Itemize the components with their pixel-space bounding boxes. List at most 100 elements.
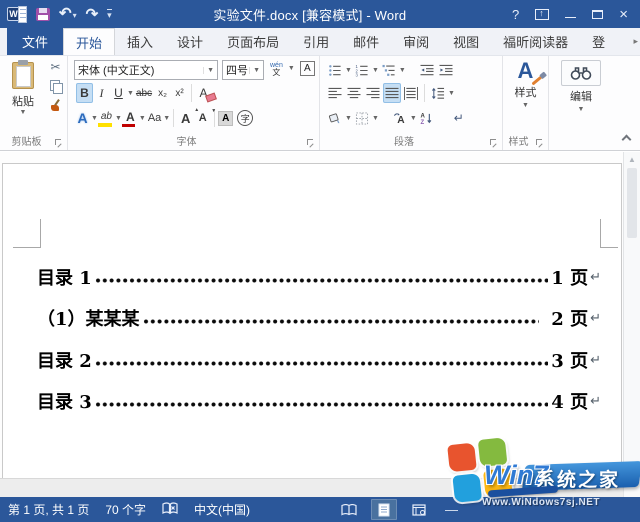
paste-caret-icon[interactable]: ▼ <box>20 109 27 116</box>
paragraph-dialog-launcher-icon[interactable] <box>490 139 498 147</box>
font-color-caret-icon[interactable]: ▼ <box>139 115 146 122</box>
change-case-caret-icon[interactable]: ▼ <box>163 115 170 122</box>
strikethrough-button[interactable]: abc <box>134 83 154 103</box>
font-name-select[interactable]: 宋体 (中文正文) ▼ <box>74 60 218 80</box>
font-name-caret-icon[interactable]: ▼ <box>203 67 214 74</box>
tab-page-layout[interactable]: 页面布局 <box>215 28 291 55</box>
tab-foxit-reader[interactable]: 福昕阅读器 <box>491 28 580 55</box>
read-mode-icon[interactable] <box>336 499 362 520</box>
tab-view[interactable]: 视图 <box>441 28 491 55</box>
styles-button[interactable]: A 样式 ▼ <box>506 60 545 109</box>
copy-icon[interactable] <box>50 80 61 92</box>
line-spacing-icon[interactable] <box>429 83 447 103</box>
line-spacing-caret-icon[interactable]: ▼ <box>448 90 455 97</box>
clipboard-dialog-launcher-icon[interactable] <box>55 139 63 147</box>
multilevel-caret-icon[interactable]: ▼ <box>399 67 406 74</box>
highlight-caret-icon[interactable]: ▼ <box>115 115 122 122</box>
italic-button[interactable]: I <box>93 83 110 103</box>
tab-review[interactable]: 审阅 <box>391 28 441 55</box>
shading-icon[interactable] <box>326 108 344 128</box>
bullets-caret-icon[interactable]: ▼ <box>345 67 352 74</box>
superscript-button[interactable]: x² <box>171 83 188 103</box>
save-icon[interactable] <box>36 8 50 21</box>
proofing-icon[interactable] <box>162 502 178 518</box>
editing-button[interactable]: 编辑 ▼ <box>552 60 610 113</box>
word-app-icon[interactable]: W <box>7 6 27 23</box>
change-case-button[interactable]: Aa <box>146 108 163 128</box>
page-indicator[interactable]: 第 1 页, 共 1 页 <box>8 501 89 518</box>
asian-layout-caret-icon[interactable]: ▼ <box>410 115 417 122</box>
styles-dialog-launcher-icon[interactable] <box>536 139 544 147</box>
tab-insert[interactable]: 插入 <box>115 28 165 55</box>
tab-mailings[interactable]: 邮件 <box>341 28 391 55</box>
font-size-select[interactable]: 四号 ▼ <box>222 60 264 80</box>
text-effects-icon[interactable]: A <box>74 108 91 128</box>
tab-home[interactable]: 开始 <box>63 28 115 55</box>
format-painter-icon[interactable] <box>50 99 62 112</box>
phonetic-guide-icon[interactable]: wén 文 <box>270 62 283 76</box>
enclose-characters-icon[interactable]: 字 <box>237 110 253 126</box>
scroll-up-icon[interactable]: ▲ <box>624 152 640 164</box>
tab-sign-in[interactable]: 登 <box>580 28 607 55</box>
shrink-font-icon[interactable]: A <box>194 108 211 128</box>
align-left-icon[interactable] <box>326 83 344 103</box>
collapse-ribbon-icon[interactable] <box>622 134 630 142</box>
styles-caret-icon[interactable]: ▼ <box>522 102 529 109</box>
close-icon[interactable]: × <box>619 8 628 21</box>
word-count[interactable]: 70 个字 <box>105 501 146 518</box>
help-icon[interactable]: ? <box>512 8 519 21</box>
sort-icon[interactable]: AZ <box>418 108 436 128</box>
asian-layout-icon[interactable]: A <box>391 108 409 128</box>
font-dialog-launcher-icon[interactable] <box>307 139 315 147</box>
align-center-icon[interactable] <box>345 83 363 103</box>
subscript-button[interactable]: x₂ <box>154 83 171 103</box>
borders-caret-icon[interactable]: ▼ <box>372 115 379 122</box>
web-layout-icon[interactable] <box>406 499 432 520</box>
editing-caret-icon[interactable]: ▼ <box>578 106 585 113</box>
tab-design[interactable]: 设计 <box>165 28 215 55</box>
undo-button[interactable]: ↶▾ <box>59 5 77 23</box>
text-effects-caret-icon[interactable]: ▼ <box>91 115 98 122</box>
vertical-scrollbar[interactable]: ▲ <box>623 152 640 497</box>
undo-caret-icon[interactable]: ▾ <box>73 11 77 20</box>
scrollbar-thumb[interactable] <box>627 168 637 238</box>
multilevel-list-icon[interactable] <box>380 60 398 80</box>
tab-file[interactable]: 文件 <box>7 28 63 55</box>
minimize-icon[interactable] <box>565 17 576 18</box>
decrease-indent-icon[interactable] <box>418 60 436 80</box>
underline-button[interactable]: U <box>110 83 127 103</box>
toc-entry[interactable]: （1）某某某 2 页 ↵ <box>37 305 601 331</box>
bold-button[interactable]: B <box>76 83 93 103</box>
distribute-icon[interactable] <box>402 83 420 103</box>
language-indicator[interactable]: 中文(中国) <box>194 501 250 518</box>
justify-icon[interactable] <box>383 83 401 103</box>
highlight-color-icon[interactable]: ab <box>98 108 115 128</box>
clear-formatting-icon[interactable]: A <box>195 83 212 103</box>
grow-font-icon[interactable]: A <box>177 108 194 128</box>
underline-caret-icon[interactable]: ▼ <box>127 90 134 97</box>
print-layout-icon[interactable] <box>371 499 397 520</box>
maximize-icon[interactable] <box>592 10 603 19</box>
document-viewport[interactable]: 目录 1 1 页 ↵ （1）某某某 2 页 ↵ 目录 2 3 页 ↵ 目录 3 … <box>0 152 640 497</box>
ribbon-display-options-icon[interactable] <box>535 9 549 20</box>
borders-icon[interactable] <box>353 108 371 128</box>
redo-icon[interactable]: ↷ <box>86 7 99 22</box>
paste-button[interactable]: 粘贴 ▼ <box>4 59 42 135</box>
shading-caret-icon[interactable]: ▼ <box>345 115 352 122</box>
zoom-out-icon[interactable]: — <box>445 502 458 517</box>
character-shading-icon[interactable]: A <box>218 111 233 126</box>
document-page[interactable]: 目录 1 1 页 ↵ （1）某某某 2 页 ↵ 目录 2 3 页 ↵ 目录 3 … <box>2 163 622 478</box>
tab-scroll-arrow-icon[interactable]: ▸ <box>633 28 640 55</box>
increase-indent-icon[interactable] <box>437 60 455 80</box>
toc-entry[interactable]: 目录 3 4 页 ↵ <box>37 388 601 414</box>
numbering-icon[interactable]: 123 <box>353 60 371 80</box>
toc-entry[interactable]: 目录 1 1 页 ↵ <box>37 264 601 290</box>
font-size-caret-icon[interactable]: ▼ <box>249 67 260 74</box>
bullets-icon[interactable] <box>326 60 344 80</box>
tab-references[interactable]: 引用 <box>291 28 341 55</box>
font-color-icon[interactable]: A <box>122 108 139 128</box>
toc-entry[interactable]: 目录 2 3 页 ↵ <box>37 347 601 373</box>
character-border-icon[interactable]: A <box>300 61 315 76</box>
phonetic-caret-icon[interactable]: ▼ <box>288 65 295 72</box>
align-right-icon[interactable] <box>364 83 382 103</box>
